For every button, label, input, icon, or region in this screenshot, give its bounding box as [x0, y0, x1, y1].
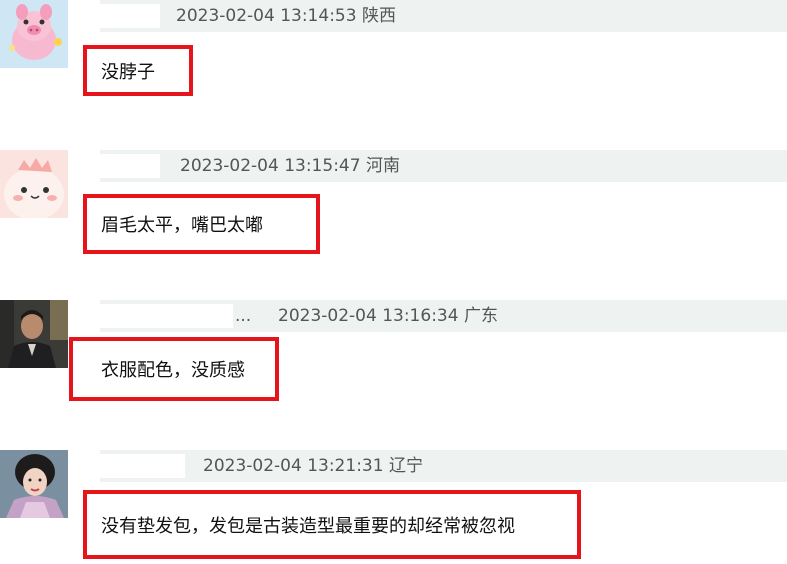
username-redacted[interactable] — [100, 154, 160, 178]
comment-meta-bar: 2023-02-04 13:15:47 河南 — [100, 150, 787, 182]
avatar[interactable] — [0, 450, 68, 518]
username-ellipsis: ... — [235, 306, 252, 326]
comment-timestamp: 2023-02-04 13:21:31 辽宁 — [203, 456, 423, 476]
comment-location: 河南 — [365, 156, 400, 176]
highlighted-comment-box: 没有垫发包，发包是古装造型最重要的却经常被忽视 — [83, 490, 581, 559]
highlighted-comment-box: 没脖子 — [83, 45, 193, 96]
comment-location: 广东 — [463, 306, 498, 326]
comment-meta-bar: ... 2023-02-04 13:16:34 广东 — [100, 300, 787, 332]
avatar[interactable] — [0, 0, 68, 68]
pink-pig-cartoon-avatar-icon — [0, 0, 68, 68]
comment-timestamp: 2023-02-04 13:15:47 河南 — [180, 156, 400, 176]
cute-pink-dinosaur-avatar-icon — [0, 150, 68, 218]
woman-in-costume-photo-avatar-icon — [0, 450, 68, 518]
avatar[interactable] — [0, 300, 68, 368]
comment-text: 衣服配色，没质感 — [101, 360, 245, 381]
comment-timestamp: 2023-02-04 13:14:53 陕西 — [176, 6, 396, 26]
highlighted-comment-box: 衣服配色，没质感 — [69, 337, 279, 401]
username-redacted[interactable] — [100, 304, 233, 328]
comment-text: 眉毛太平，嘴巴太嘟 — [101, 215, 263, 236]
comment-text: 没脖子 — [101, 61, 155, 83]
comment-meta-bar: 2023-02-04 13:14:53 陕西 — [100, 0, 787, 32]
comment-meta-bar: 2023-02-04 13:21:31 辽宁 — [100, 450, 787, 482]
highlighted-comment-box: 眉毛太平，嘴巴太嘟 — [83, 194, 320, 254]
comment-timestamp: 2023-02-04 13:16:34 广东 — [278, 306, 498, 326]
avatar[interactable] — [0, 150, 68, 218]
username-redacted[interactable] — [100, 454, 185, 478]
man-in-suit-photo-avatar-icon — [0, 300, 68, 368]
comment-location: 辽宁 — [388, 456, 423, 476]
comment-text: 没有垫发包，发包是古装造型最重要的却经常被忽视 — [101, 515, 515, 537]
comment-location: 陕西 — [361, 6, 396, 26]
username-redacted[interactable] — [100, 4, 160, 28]
